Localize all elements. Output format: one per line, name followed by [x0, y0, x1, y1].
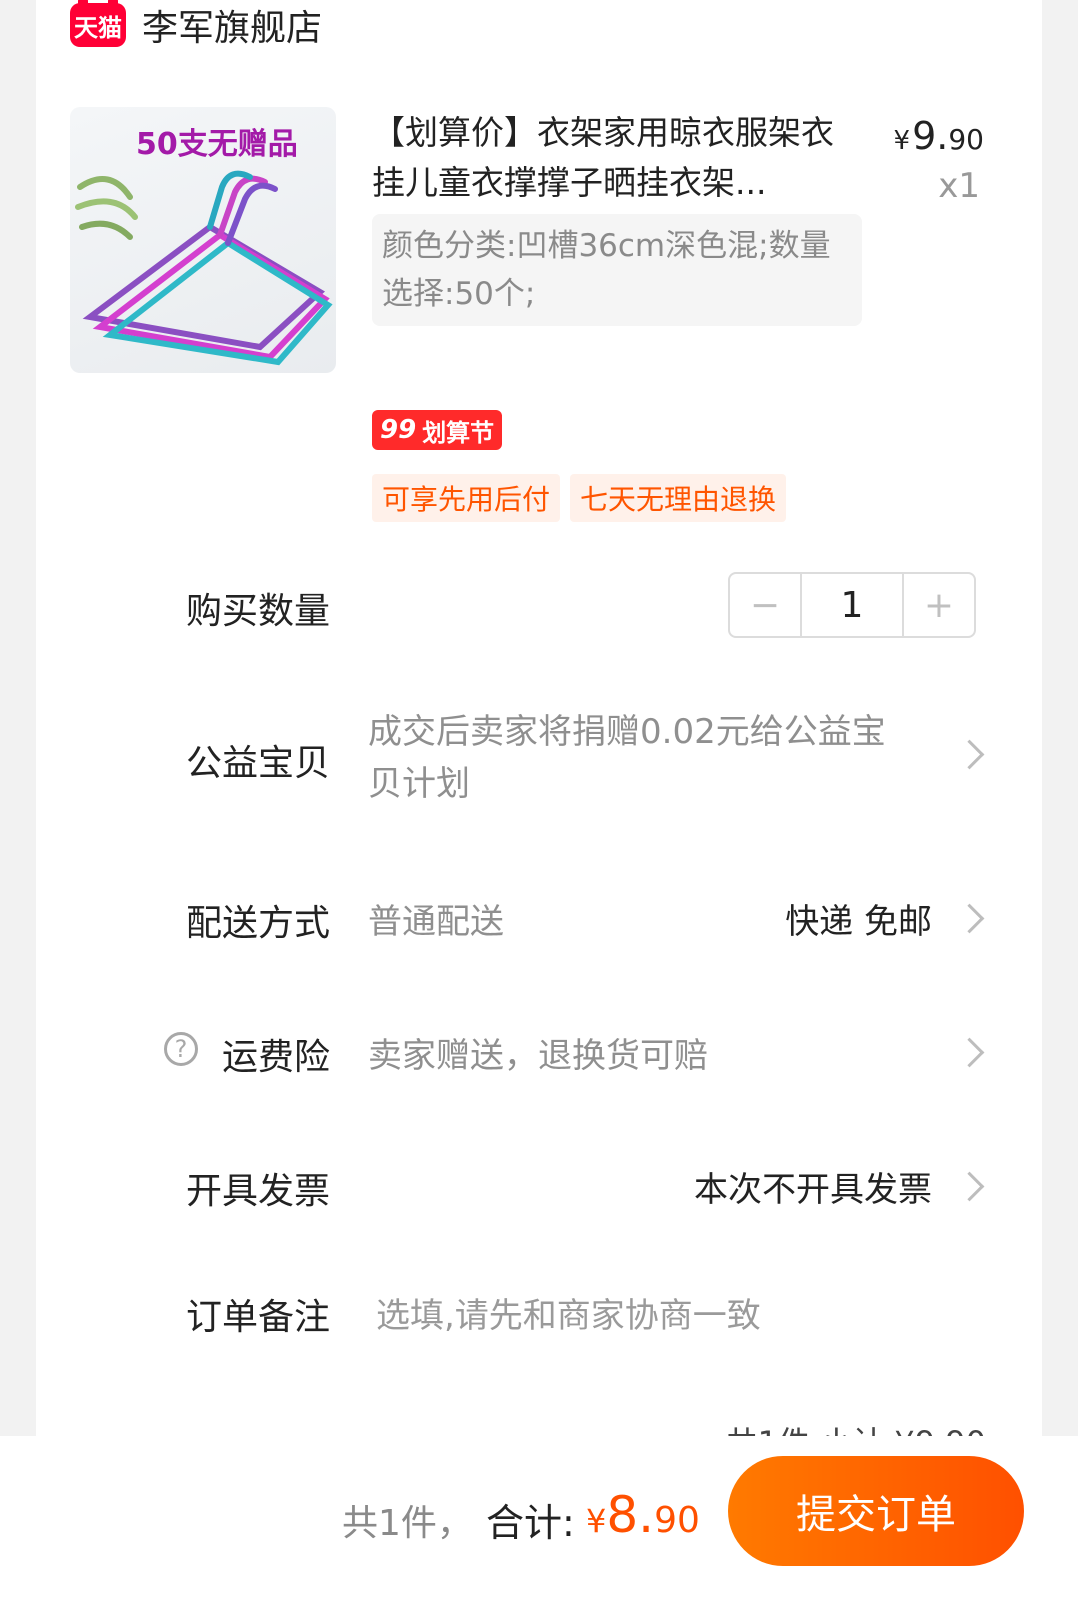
total-label: 合计:	[486, 1501, 575, 1545]
insurance-label: 运费险	[222, 1037, 331, 1078]
quantity-input[interactable]: 1	[802, 574, 902, 636]
promo-badge: 99 划算节	[372, 410, 503, 450]
shop-name[interactable]: 李军旗舰店	[142, 0, 322, 51]
quantity-minus-button[interactable]: −	[730, 574, 802, 636]
invoice-label: 开具发票	[186, 1171, 331, 1212]
delivery-method: 普通配送	[368, 902, 504, 942]
product-image[interactable]: 50支无赠品	[70, 107, 336, 373]
order-note-input[interactable]: 选填,请先和商家协商一致	[376, 1288, 761, 1337]
shipping-insurance-row[interactable]: ? 运费险 卖家赠送，退换货可赔	[36, 1028, 1042, 1078]
invoice-row[interactable]: 开具发票 本次不开具发票	[36, 1162, 1042, 1212]
charity-label: 公益宝贝	[186, 743, 331, 784]
chevron-right-icon	[954, 903, 985, 934]
submit-order-button[interactable]: 提交订单	[728, 1456, 1024, 1566]
tmall-logo-icon: 天猫	[70, 0, 126, 47]
tag-seven-day-return: 七天无理由退换	[570, 474, 787, 522]
tag-pay-later: 可享先用后付	[372, 474, 561, 522]
product-title[interactable]: 【划算价】衣架家用晾衣服架衣挂儿童衣撑撑子晒挂衣架...	[372, 108, 842, 208]
quantity-plus-button[interactable]: +	[902, 574, 974, 636]
total-amount: ¥8.90	[586, 1486, 700, 1544]
product-price: ¥9.90	[893, 114, 984, 158]
delivery-fee: 快递 免邮	[785, 902, 932, 942]
watermark: zhizhizhi.com	[906, 1567, 1042, 1591]
charity-value: 成交后卖家将捐赠0.02元给公益宝贝计划	[368, 712, 886, 804]
item-count: 共1件，	[342, 1503, 473, 1544]
charity-row[interactable]: 公益宝贝 成交后卖家将捐赠0.02元给公益宝贝计划	[36, 706, 1042, 806]
insurance-value: 卖家赠送，退换货可赔	[368, 1036, 708, 1076]
chevron-right-icon	[954, 739, 985, 770]
delivery-row[interactable]: 配送方式 普通配送 快递 免邮	[36, 894, 1042, 944]
shop-header[interactable]: 天猫 李军旗舰店	[70, 0, 322, 50]
invoice-value: 本次不开具发票	[694, 1170, 932, 1210]
chevron-right-icon	[954, 1037, 985, 1068]
service-tags: 可享先用后付 七天无理由退换	[372, 474, 787, 522]
quantity-stepper[interactable]: − 1 +	[728, 572, 976, 638]
chevron-right-icon	[954, 1171, 985, 1202]
bottom-bar: 共1件， 合计: ¥8.90 提交订单 zhizhizhi.com	[0, 1436, 1078, 1603]
delivery-label: 配送方式	[186, 903, 331, 944]
order-note-row: 订单备注 选填,请先和商家协商一致	[36, 1288, 1042, 1338]
quantity-row: 购买数量 − 1 +	[36, 572, 1042, 638]
subtotal-peek: 共1件 小计 ¥9.90	[726, 1418, 986, 1436]
product-sku[interactable]: 颜色分类:凹槽36cm深色混;数量选择:50个;	[372, 214, 862, 326]
help-icon[interactable]: ?	[164, 1032, 198, 1066]
hanger-illustration	[75, 170, 333, 366]
order-note-label: 订单备注	[186, 1297, 331, 1338]
product-quantity: x1	[938, 166, 980, 206]
quantity-label: 购买数量	[186, 591, 331, 632]
